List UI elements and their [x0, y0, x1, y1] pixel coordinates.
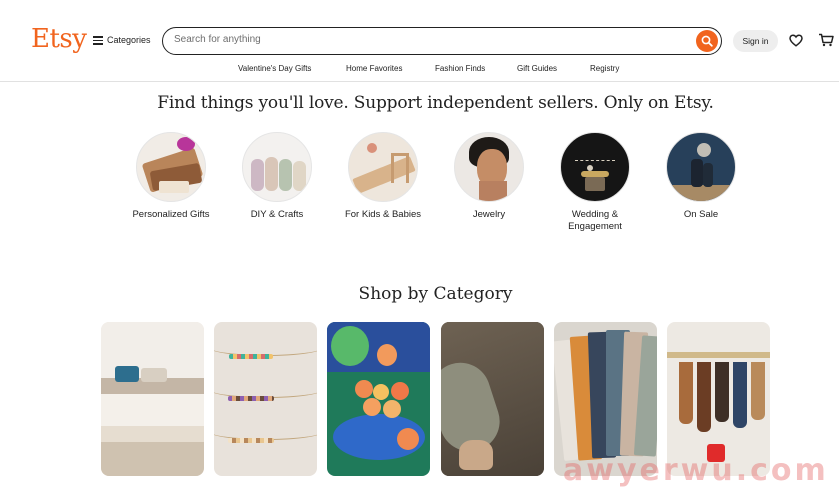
category-label: On Sale	[683, 209, 719, 220]
category-personalized-gifts[interactable]: Personalized Gifts	[126, 132, 216, 221]
etsy-logo[interactable]: Etsy	[31, 24, 87, 54]
nav-fashion-finds[interactable]: Fashion Finds	[435, 64, 485, 73]
personalized-gifts-image	[136, 132, 206, 202]
search-button[interactable]	[696, 30, 718, 52]
nav-gift-guides[interactable]: Gift Guides	[517, 64, 557, 73]
wedding-engagement-image	[560, 132, 630, 202]
menu-icon	[93, 36, 103, 45]
for-kids-babies-image	[348, 132, 418, 202]
category-tile-art[interactable]	[327, 322, 430, 476]
cart-icon[interactable]	[818, 33, 834, 47]
category-label: Personalized Gifts	[132, 209, 210, 220]
category-diy-crafts[interactable]: DIY & Crafts	[232, 132, 322, 221]
category-label: For Kids & Babies	[344, 209, 422, 220]
category-jewelry[interactable]: Jewelry	[444, 132, 534, 221]
sign-in-button[interactable]: Sign in	[733, 30, 778, 52]
category-label: Jewelry	[472, 209, 506, 220]
shop-by-category-title: Shop by Category	[358, 284, 513, 304]
site-header: Etsy Categories Sign in Valentine's Day …	[0, 0, 839, 82]
on-sale-image	[666, 132, 736, 202]
hero-title: Find things you'll love. Support indepen…	[157, 93, 714, 113]
category-on-sale[interactable]: On Sale	[656, 132, 746, 221]
category-label: DIY & Crafts	[250, 209, 304, 220]
watermark-text: awyerwu.com	[563, 453, 829, 488]
category-for-kids-babies[interactable]: For Kids & Babies	[338, 132, 428, 221]
category-tile-clothing[interactable]	[441, 322, 544, 476]
search-bar	[162, 27, 722, 55]
nav-valentines-day-gifts[interactable]: Valentine's Day Gifts	[238, 64, 311, 73]
nav-registry[interactable]: Registry	[590, 64, 619, 73]
categories-label: Categories	[107, 35, 151, 45]
categories-button[interactable]: Categories	[93, 35, 151, 45]
diy-crafts-image	[242, 132, 312, 202]
nav-home-favorites[interactable]: Home Favorites	[346, 64, 402, 73]
heart-icon[interactable]	[789, 34, 803, 47]
category-tile-home[interactable]	[101, 322, 204, 476]
category-label: Wedding & Engagement	[568, 209, 622, 232]
category-wedding-engagement[interactable]: Wedding & Engagement	[550, 132, 640, 233]
search-input[interactable]	[174, 34, 674, 45]
jewelry-image	[454, 132, 524, 202]
search-icon	[701, 35, 713, 47]
category-tile-jewelry[interactable]	[214, 322, 317, 476]
